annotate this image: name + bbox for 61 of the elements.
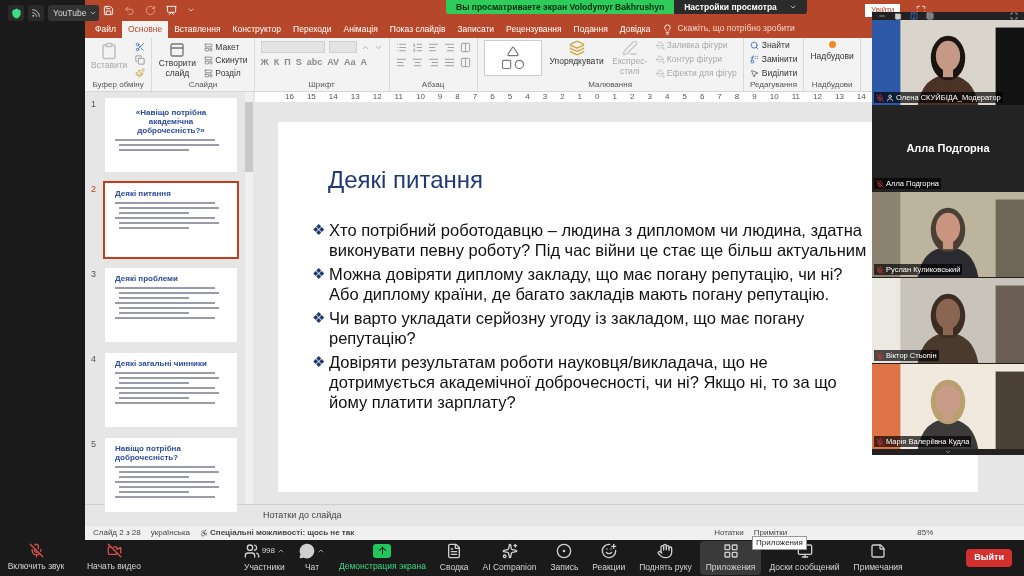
slide-number: 3 [91,268,97,281]
slide-number: 1 [91,98,97,111]
ruler-number: 0 [595,92,600,102]
ruler-number: 16 [285,92,294,102]
ribbon-group-label: Слайди [188,80,218,91]
ruler-number: 10 [415,92,425,102]
ruler-number: 6 [699,92,705,102]
ruler-number: 13 [834,92,844,102]
tooltip: Приложения [752,536,807,550]
ruler-number: 14 [856,92,866,102]
ribbon-group-label: Шрифт [308,80,335,91]
ruler-number: 1 [577,92,583,102]
ruler-number: 9 [437,92,443,102]
ribbon-group-label: Малювання [588,80,632,91]
ruler-number: 14 [328,92,338,102]
ribbon-group-label: Буфер обміну [92,80,144,91]
ribbon-group-label: Редагування [750,80,798,91]
bullet-icon: ❖ [312,264,325,304]
ruler-number: 1 [612,92,617,102]
ruler-number: 8 [455,92,460,102]
ruler-number: 5 [507,92,513,102]
bullet-text: Хто потрібний роботодавцю – людина з дипломом чи людина, здатна виконувати певну роботу? Під час війни це стає ще більш актуальним [329,220,867,260]
ruler-number: 4 [664,92,670,102]
ruler-number: 6 [490,92,495,102]
ribbon-group-label: Абзац [421,80,445,91]
ruler-number: 8 [734,92,740,102]
ruler-number: 15 [306,92,316,102]
ruler-number: 5 [682,92,687,102]
ruler-number: 7 [717,92,722,102]
ruler-number: 2 [630,92,635,102]
slide-title: «Навіщо потрібна академічна доброчесність?» [134,108,208,135]
slide-title: Деякі питання [328,165,484,195]
bullet-text: Можна довіряти диплому закладу, що має погану репутацію, чи ні? Або диплому країни, де багато закладів мають погану репутацію. [329,264,844,304]
ruler-number: 9 [752,92,757,102]
ribbon-group-label: Надбудови [811,80,853,91]
slide-number: 4 [91,353,97,366]
bullet-text: Довіряти результатам роботи науковця/викладача, що не дотримується академічної доброчесності, чи ні? Якщо ні, то за що йому платити зарплату? [329,352,838,412]
ruler-number: 13 [350,92,360,102]
slide-title: Деякі загальні чинники [115,359,207,368]
slide-title: Навіщо потрібна доброчесність? [115,444,182,462]
bullet-icon: ❖ [312,308,325,348]
ruler-number: 4 [525,92,530,102]
slide-title: Деякі питання [115,189,171,198]
slide-counter: Слайд 2 з 28 [93,527,141,539]
ruler-number: 3 [542,92,548,102]
screen-share-banner: Вы просматриваете экран Volodymyr Bakhrushyn [446,0,675,14]
slide-title: Деякі проблеми [115,274,178,283]
ruler-number: 11 [394,92,403,102]
ruler-number: 7 [472,92,478,102]
participant-display-name: Алла Подгорна [906,141,990,157]
ruler-number: 10 [769,92,779,102]
bullet-text: Чи варто укладати серйозну угоду із закладом, що має погану репутацію? [329,308,806,348]
ruler-number: 3 [647,92,652,102]
bullet-icon: ❖ [312,220,325,260]
ruler-number: 12 [372,92,382,102]
bullet-icon: ❖ [312,352,325,412]
slide-number: 5 [91,438,97,451]
slide-number: 2 [91,183,97,196]
ruler-number: 12 [813,92,822,102]
ruler-number: 2 [560,92,565,102]
ruler-number: 11 [791,92,800,102]
